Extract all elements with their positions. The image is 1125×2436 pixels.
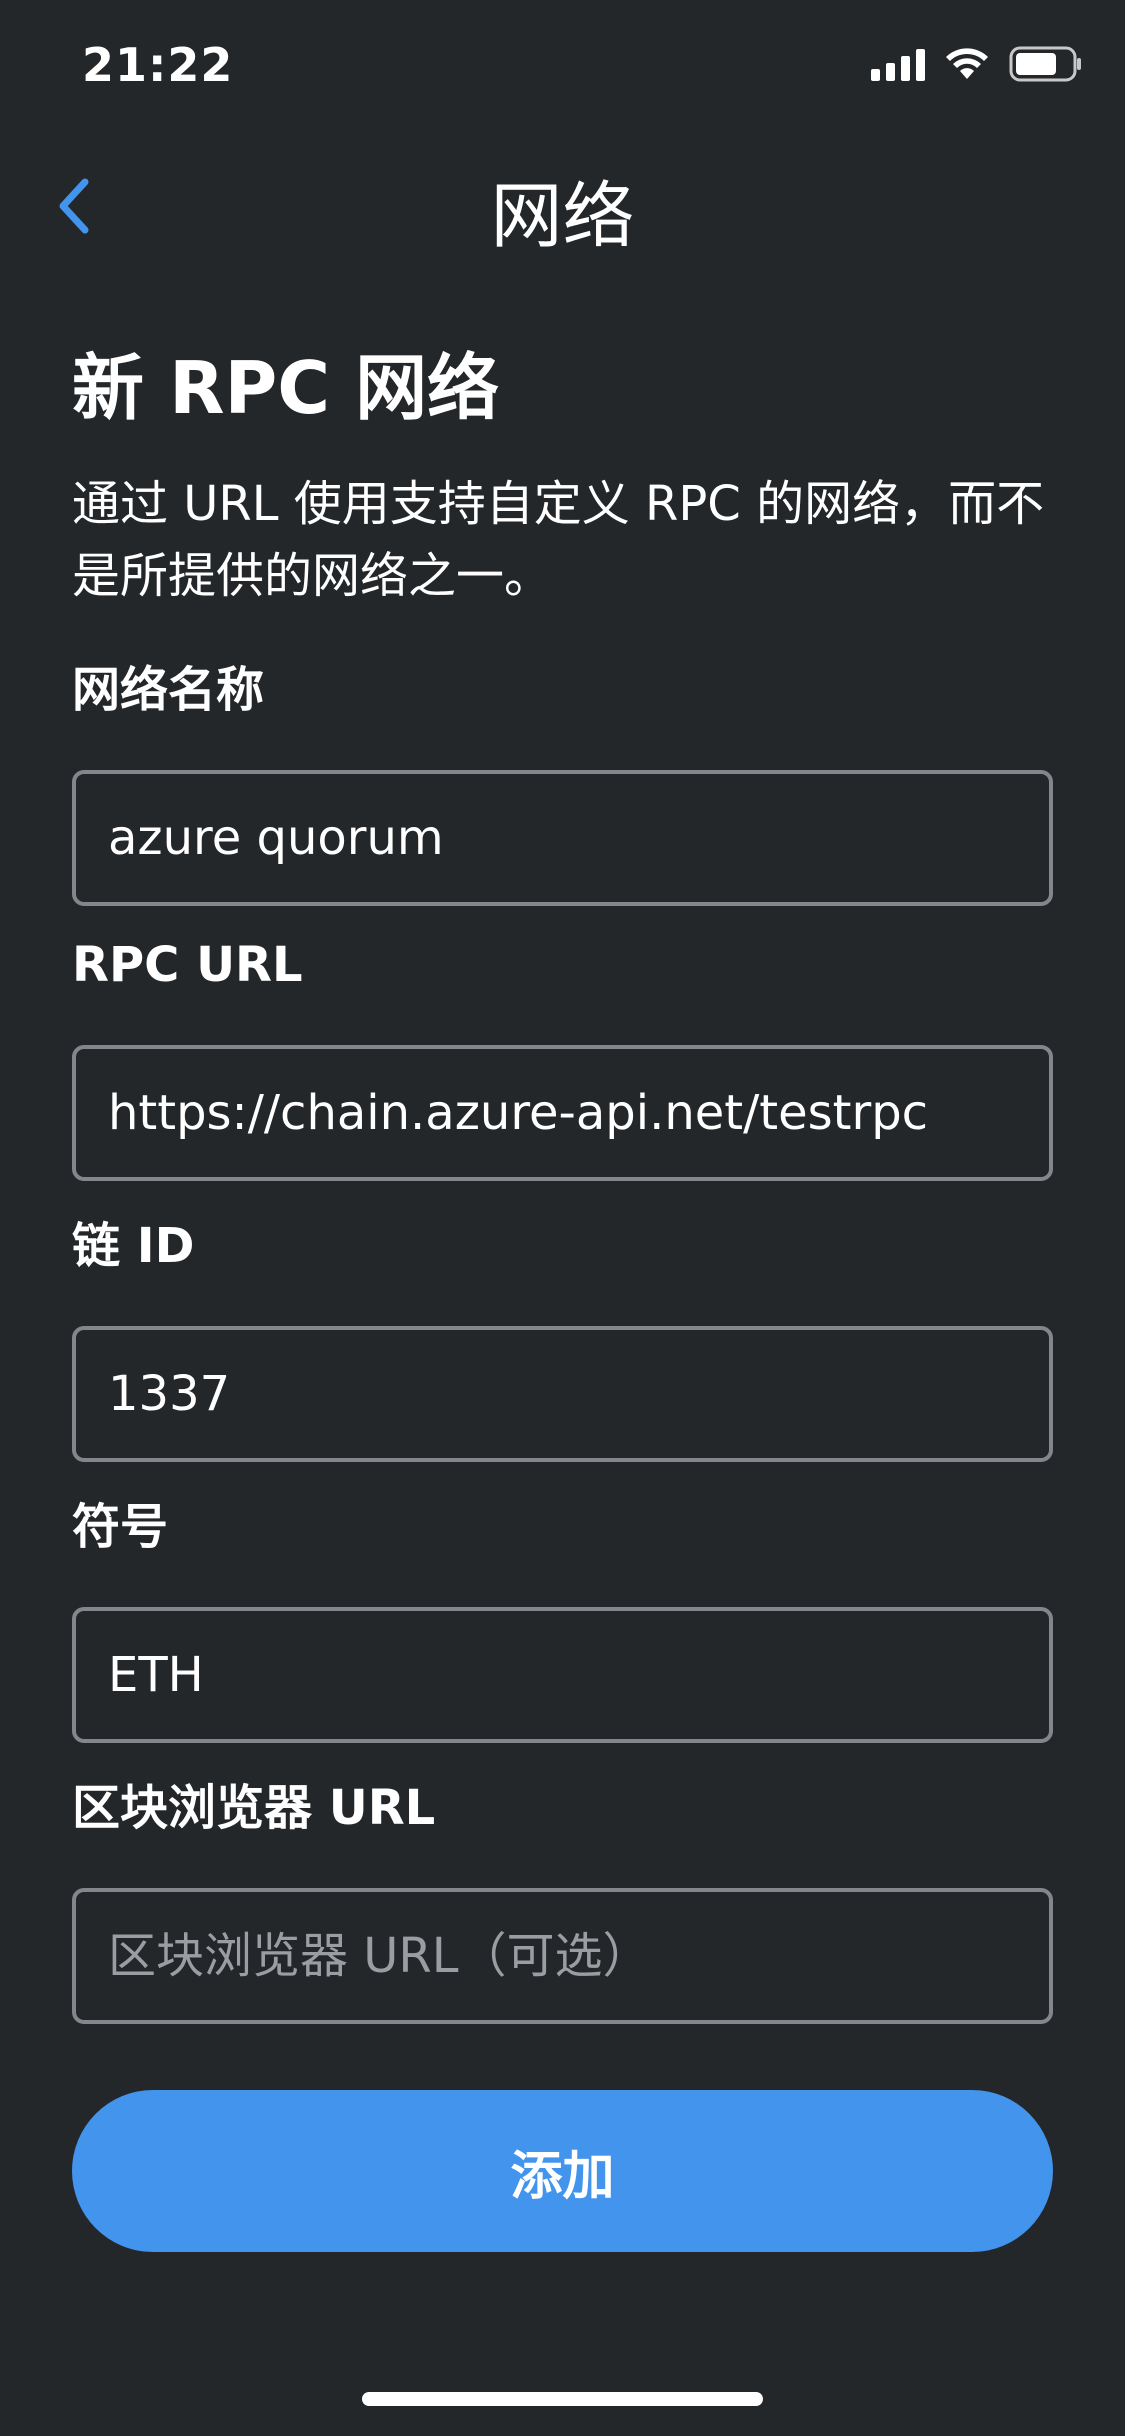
add-button[interactable]: 添加 — [72, 2090, 1053, 2252]
network-name-input[interactable] — [108, 810, 1017, 866]
network-name-field: 网络名称 — [72, 660, 1053, 906]
home-indicator — [362, 2392, 763, 2406]
chain-id-label: 链 ID — [72, 1218, 195, 1274]
block-explorer-url-input-box — [72, 1888, 1053, 2024]
wifi-icon — [946, 48, 988, 79]
block-explorer-url-field: 区块浏览器 URL — [72, 1778, 1053, 2024]
status-bar: 21:22 — [0, 0, 1125, 135]
page-heading: 新 RPC 网络 — [72, 346, 500, 430]
symbol-field: 符号 — [72, 1497, 1053, 1743]
status-icons — [871, 46, 1083, 82]
chain-id-input[interactable] — [108, 1366, 1017, 1422]
nav-title: 网络 — [490, 174, 635, 258]
status-time: 21:22 — [82, 38, 234, 92]
block-explorer-url-input[interactable] — [108, 1928, 1017, 1984]
rpc-url-input[interactable] — [108, 1085, 1017, 1141]
cellular-signal-icon — [871, 47, 925, 81]
page-description: 通过 URL 使用支持自定义 RPC 的网络，而不是所提供的网络之一。 — [72, 476, 1045, 604]
rpc-url-input-box — [72, 1045, 1053, 1181]
intro-section: 新 RPC 网络 通过 URL 使用支持自定义 RPC 的网络，而不是所提供的网… — [72, 340, 1053, 612]
symbol-input[interactable] — [108, 1647, 1017, 1703]
symbol-label: 符号 — [72, 1499, 169, 1555]
network-name-label: 网络名称 — [72, 662, 265, 718]
navigation-bar: 网络 — [0, 135, 1125, 270]
symbol-input-box — [72, 1607, 1053, 1743]
chain-id-field: 链 ID — [72, 1216, 1053, 1462]
block-explorer-url-label: 区块浏览器 URL — [72, 1780, 436, 1836]
rpc-url-field: RPC URL — [72, 935, 1053, 1181]
network-name-input-box — [72, 770, 1053, 906]
rpc-url-label: RPC URL — [72, 937, 303, 993]
chain-id-input-box — [72, 1326, 1053, 1462]
battery-icon — [1009, 46, 1081, 82]
